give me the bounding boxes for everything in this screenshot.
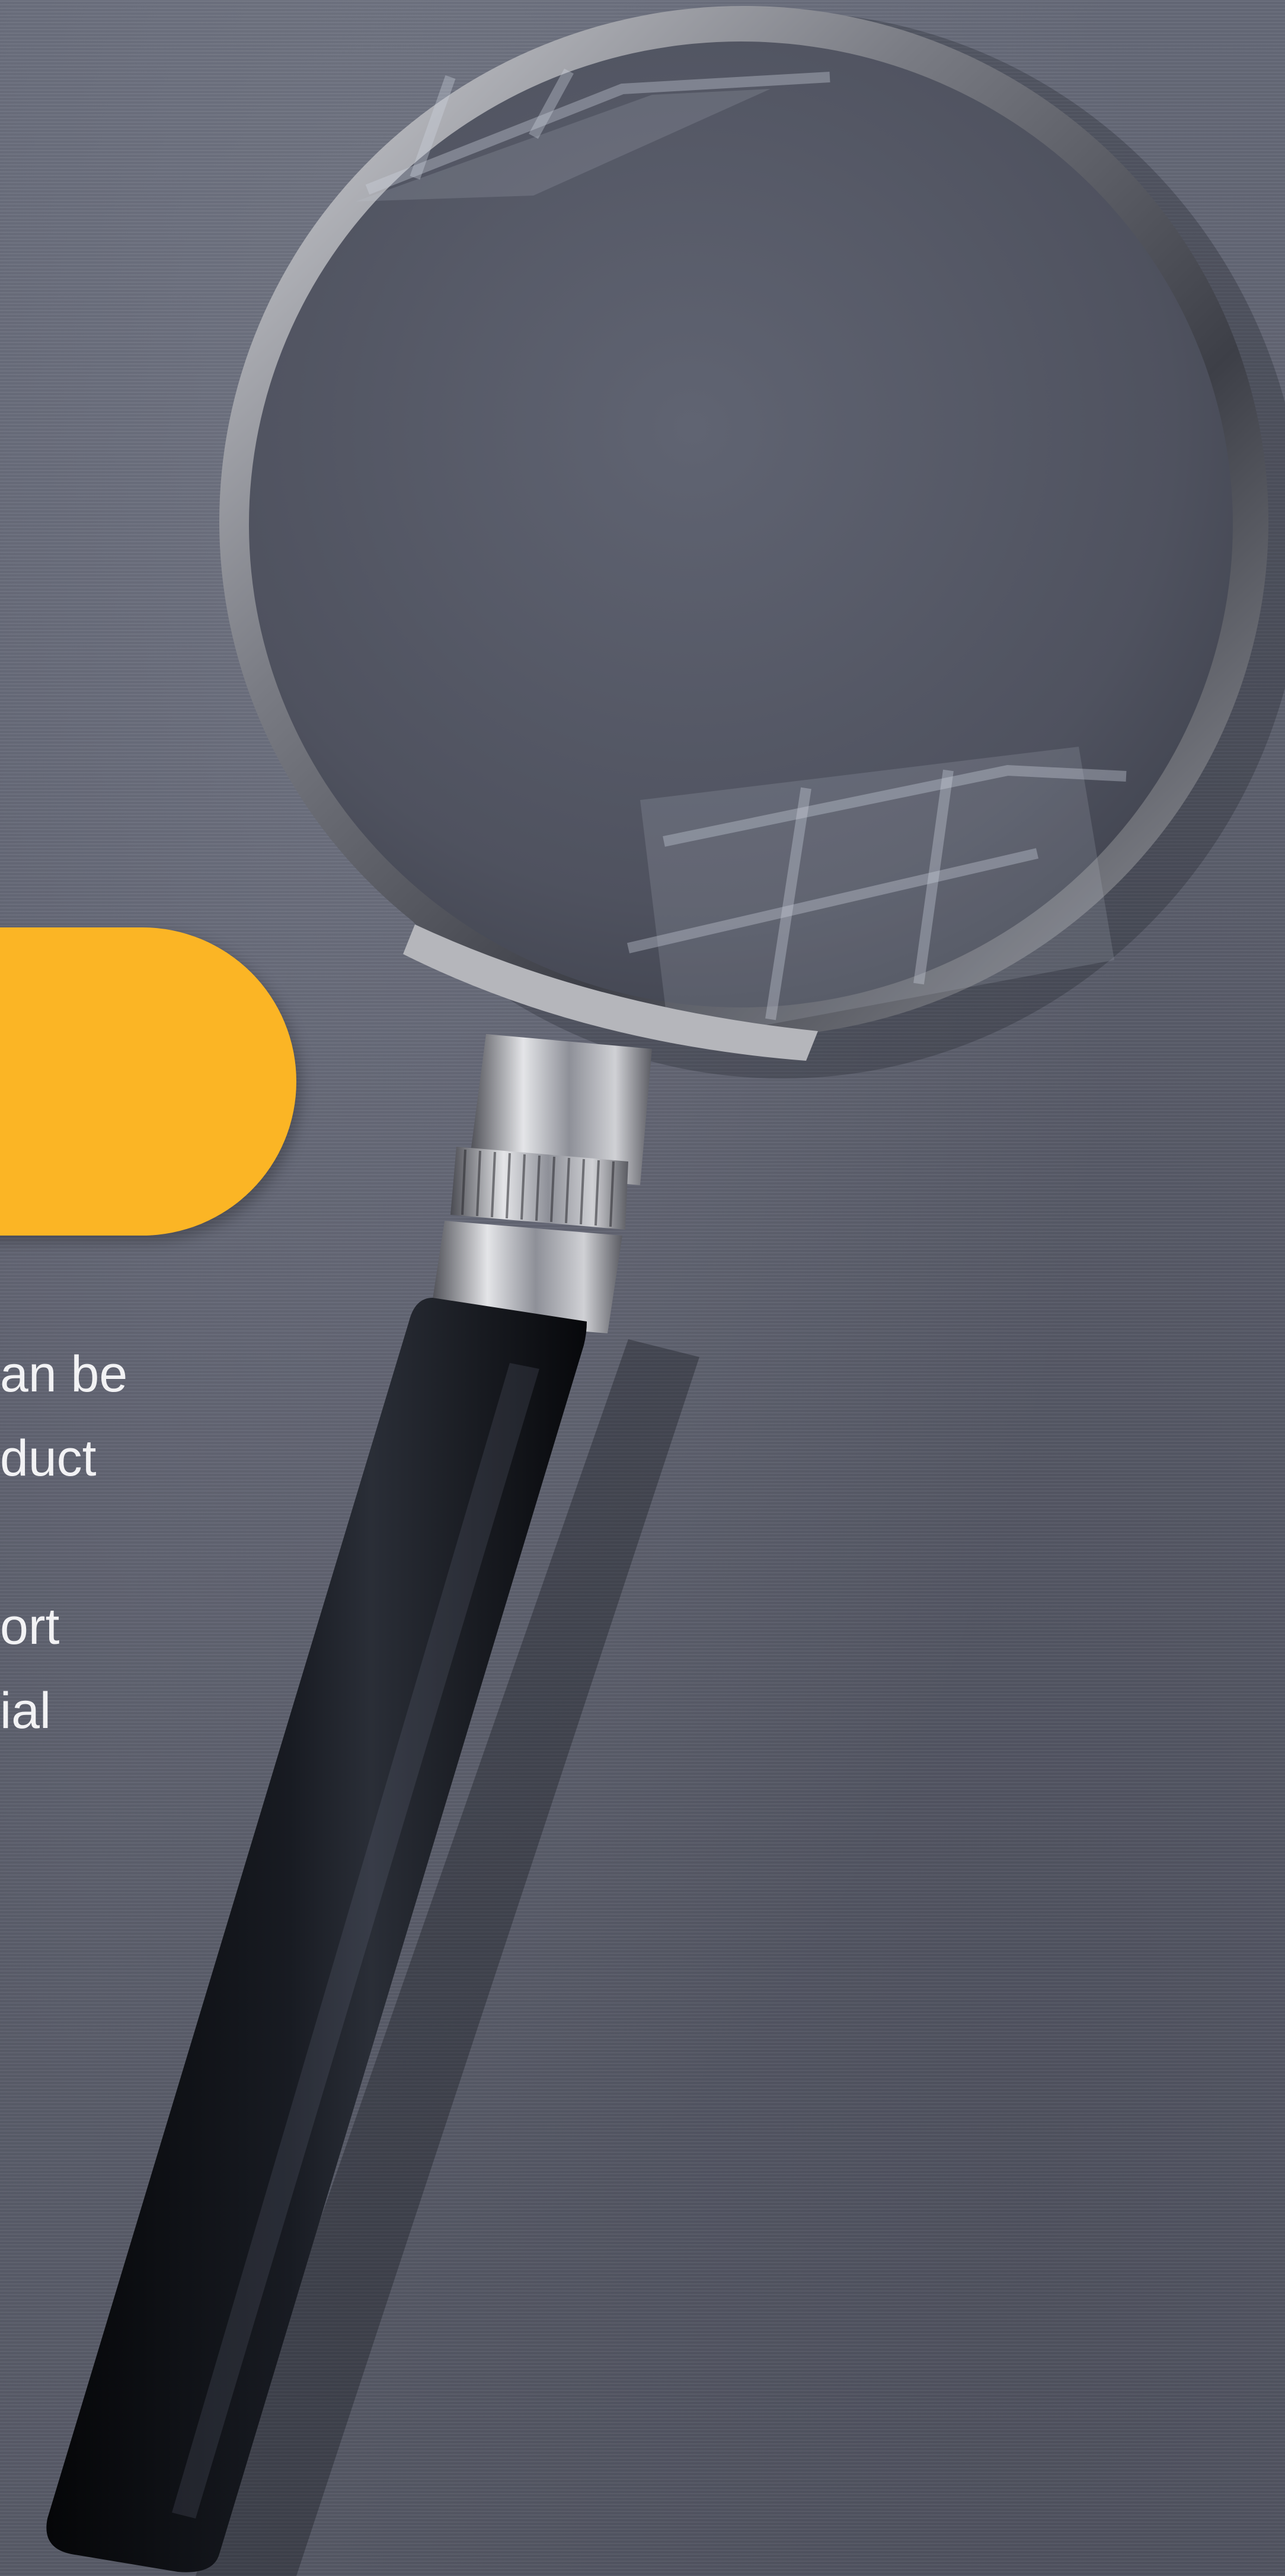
photo-scene: an be duct ort ial [0, 0, 1285, 2576]
magnifying-glass-icon [46, 6, 1285, 2576]
